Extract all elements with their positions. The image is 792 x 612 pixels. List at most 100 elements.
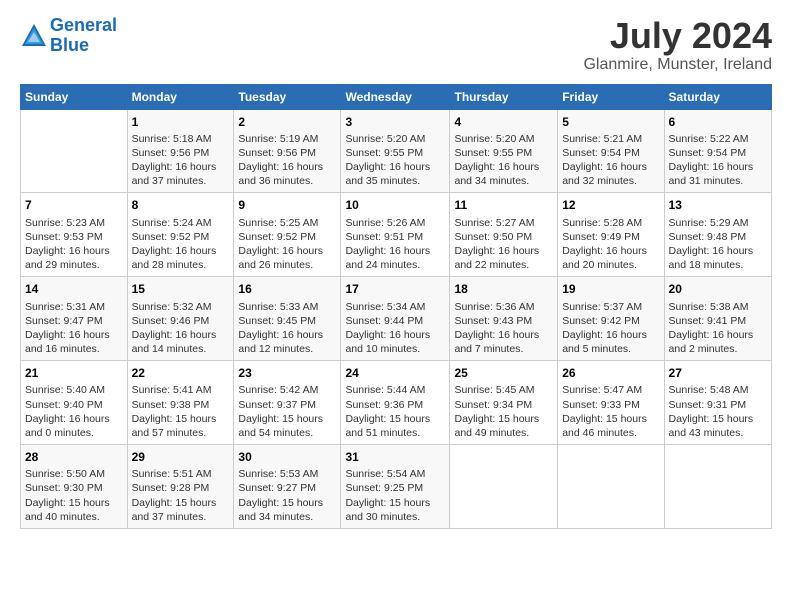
page: General Blue July 2024 Glanmire, Munster… <box>0 0 792 612</box>
day-info: Sunrise: 5:20 AMSunset: 9:55 PMDaylight:… <box>345 132 445 189</box>
calendar-cell: 25 Sunrise: 5:45 AMSunset: 9:34 PMDayligh… <box>450 361 558 445</box>
calendar-cell: 3 Sunrise: 5:20 AMSunset: 9:55 PMDaylight… <box>341 109 450 193</box>
calendar-cell: 2 Sunrise: 5:19 AMSunset: 9:56 PMDaylight… <box>234 109 341 193</box>
day-info: Sunrise: 5:50 AMSunset: 9:30 PMDaylight:… <box>25 467 123 524</box>
day-info: Sunrise: 5:37 AMSunset: 9:42 PMDaylight:… <box>562 300 659 357</box>
calendar-cell: 5 Sunrise: 5:21 AMSunset: 9:54 PMDaylight… <box>558 109 664 193</box>
day-number: 15 <box>132 281 230 297</box>
header: General Blue July 2024 Glanmire, Munster… <box>20 16 772 74</box>
day-number: 3 <box>345 114 445 130</box>
day-info: Sunrise: 5:53 AMSunset: 9:27 PMDaylight:… <box>238 467 336 524</box>
calendar-cell <box>450 445 558 529</box>
day-info: Sunrise: 5:47 AMSunset: 9:33 PMDaylight:… <box>562 383 659 440</box>
calendar-table: SundayMondayTuesdayWednesdayThursdayFrid… <box>20 84 772 529</box>
logo-icon <box>20 22 48 50</box>
column-header-wednesday: Wednesday <box>341 84 450 109</box>
logo-general: General <box>50 15 117 35</box>
day-number: 28 <box>25 449 123 465</box>
day-number: 11 <box>454 197 553 213</box>
day-number: 1 <box>132 114 230 130</box>
calendar-cell <box>21 109 128 193</box>
week-row-3: 14 Sunrise: 5:31 AMSunset: 9:47 PMDayligh… <box>21 277 772 361</box>
week-row-4: 21 Sunrise: 5:40 AMSunset: 9:40 PMDayligh… <box>21 361 772 445</box>
calendar-cell: 13 Sunrise: 5:29 AMSunset: 9:48 PMDayligh… <box>664 193 771 277</box>
day-number: 31 <box>345 449 445 465</box>
day-info: Sunrise: 5:24 AMSunset: 9:52 PMDaylight:… <box>132 216 230 273</box>
day-info: Sunrise: 5:54 AMSunset: 9:25 PMDaylight:… <box>345 467 445 524</box>
logo-blue: Blue <box>50 35 89 55</box>
day-number: 5 <box>562 114 659 130</box>
calendar-cell: 29Sunrise: 5:51 AMSunset: 9:28 PMDayligh… <box>127 445 234 529</box>
day-info: Sunrise: 5:48 AMSunset: 9:31 PMDaylight:… <box>669 383 767 440</box>
main-title: July 2024 <box>583 16 772 56</box>
day-info: Sunrise: 5:20 AMSunset: 9:55 PMDaylight:… <box>454 132 553 189</box>
calendar-cell: 1Sunrise: 5:18 AMSunset: 9:56 PMDaylight… <box>127 109 234 193</box>
calendar-cell: 6 Sunrise: 5:22 AMSunset: 9:54 PMDaylight… <box>664 109 771 193</box>
calendar-cell: 20Sunrise: 5:38 AMSunset: 9:41 PMDayligh… <box>664 277 771 361</box>
column-header-friday: Friday <box>558 84 664 109</box>
day-number: 25 <box>454 365 553 381</box>
title-block: July 2024 Glanmire, Munster, Ireland <box>583 16 772 74</box>
day-number: 10 <box>345 197 445 213</box>
logo-text: General Blue <box>50 16 117 56</box>
day-number: 19 <box>562 281 659 297</box>
calendar-cell: 21 Sunrise: 5:40 AMSunset: 9:40 PMDayligh… <box>21 361 128 445</box>
day-info: Sunrise: 5:26 AMSunset: 9:51 PMDaylight:… <box>345 216 445 273</box>
day-number: 14 <box>25 281 123 297</box>
day-info: Sunrise: 5:34 AMSunset: 9:44 PMDaylight:… <box>345 300 445 357</box>
calendar-cell: 17 Sunrise: 5:34 AMSunset: 9:44 PMDayligh… <box>341 277 450 361</box>
calendar-cell <box>664 445 771 529</box>
day-info: Sunrise: 5:25 AMSunset: 9:52 PMDaylight:… <box>238 216 336 273</box>
day-info: Sunrise: 5:29 AMSunset: 9:48 PMDaylight:… <box>669 216 767 273</box>
day-info: Sunrise: 5:40 AMSunset: 9:40 PMDaylight:… <box>25 383 123 440</box>
calendar-cell: 27 Sunrise: 5:48 AMSunset: 9:31 PMDayligh… <box>664 361 771 445</box>
calendar-cell: 11 Sunrise: 5:27 AMSunset: 9:50 PMDayligh… <box>450 193 558 277</box>
day-number: 9 <box>238 197 336 213</box>
day-info: Sunrise: 5:45 AMSunset: 9:34 PMDaylight:… <box>454 383 553 440</box>
calendar-cell: 28 Sunrise: 5:50 AMSunset: 9:30 PMDayligh… <box>21 445 128 529</box>
calendar-cell: 16Sunrise: 5:33 AMSunset: 9:45 PMDayligh… <box>234 277 341 361</box>
calendar-cell: 30Sunrise: 5:53 AMSunset: 9:27 PMDayligh… <box>234 445 341 529</box>
day-info: Sunrise: 5:44 AMSunset: 9:36 PMDaylight:… <box>345 383 445 440</box>
calendar-cell: 14 Sunrise: 5:31 AMSunset: 9:47 PMDayligh… <box>21 277 128 361</box>
column-header-saturday: Saturday <box>664 84 771 109</box>
day-number: 18 <box>454 281 553 297</box>
day-number: 6 <box>669 114 767 130</box>
day-number: 17 <box>345 281 445 297</box>
day-info: Sunrise: 5:31 AMSunset: 9:47 PMDaylight:… <box>25 300 123 357</box>
day-info: Sunrise: 5:41 AMSunset: 9:38 PMDaylight:… <box>132 383 230 440</box>
day-info: Sunrise: 5:36 AMSunset: 9:43 PMDaylight:… <box>454 300 553 357</box>
day-number: 29 <box>132 449 230 465</box>
day-info: Sunrise: 5:38 AMSunset: 9:41 PMDaylight:… <box>669 300 767 357</box>
calendar-cell: 19 Sunrise: 5:37 AMSunset: 9:42 PMDayligh… <box>558 277 664 361</box>
week-row-2: 7Sunrise: 5:23 AMSunset: 9:53 PMDaylight… <box>21 193 772 277</box>
column-header-thursday: Thursday <box>450 84 558 109</box>
calendar-cell: 22Sunrise: 5:41 AMSunset: 9:38 PMDayligh… <box>127 361 234 445</box>
week-row-1: 1Sunrise: 5:18 AMSunset: 9:56 PMDaylight… <box>21 109 772 193</box>
day-info: Sunrise: 5:21 AMSunset: 9:54 PMDaylight:… <box>562 132 659 189</box>
day-number: 23 <box>238 365 336 381</box>
day-number: 4 <box>454 114 553 130</box>
calendar-cell: 12Sunrise: 5:28 AMSunset: 9:49 PMDayligh… <box>558 193 664 277</box>
day-info: Sunrise: 5:32 AMSunset: 9:46 PMDaylight:… <box>132 300 230 357</box>
calendar-cell: 24 Sunrise: 5:44 AMSunset: 9:36 PMDayligh… <box>341 361 450 445</box>
day-info: Sunrise: 5:22 AMSunset: 9:54 PMDaylight:… <box>669 132 767 189</box>
day-number: 2 <box>238 114 336 130</box>
calendar-cell: 8Sunrise: 5:24 AMSunset: 9:52 PMDaylight… <box>127 193 234 277</box>
day-number: 16 <box>238 281 336 297</box>
day-number: 27 <box>669 365 767 381</box>
calendar-cell: 4 Sunrise: 5:20 AMSunset: 9:55 PMDaylight… <box>450 109 558 193</box>
day-info: Sunrise: 5:27 AMSunset: 9:50 PMDaylight:… <box>454 216 553 273</box>
calendar-cell <box>558 445 664 529</box>
day-number: 24 <box>345 365 445 381</box>
calendar-cell: 15 Sunrise: 5:32 AMSunset: 9:46 PMDayligh… <box>127 277 234 361</box>
day-info: Sunrise: 5:23 AMSunset: 9:53 PMDaylight:… <box>25 216 123 273</box>
week-row-5: 28 Sunrise: 5:50 AMSunset: 9:30 PMDayligh… <box>21 445 772 529</box>
calendar-cell: 26Sunrise: 5:47 AMSunset: 9:33 PMDayligh… <box>558 361 664 445</box>
day-number: 21 <box>25 365 123 381</box>
day-number: 13 <box>669 197 767 213</box>
day-info: Sunrise: 5:19 AMSunset: 9:56 PMDaylight:… <box>238 132 336 189</box>
calendar-cell: 18 Sunrise: 5:36 AMSunset: 9:43 PMDayligh… <box>450 277 558 361</box>
column-header-tuesday: Tuesday <box>234 84 341 109</box>
calendar-cell: 23Sunrise: 5:42 AMSunset: 9:37 PMDayligh… <box>234 361 341 445</box>
